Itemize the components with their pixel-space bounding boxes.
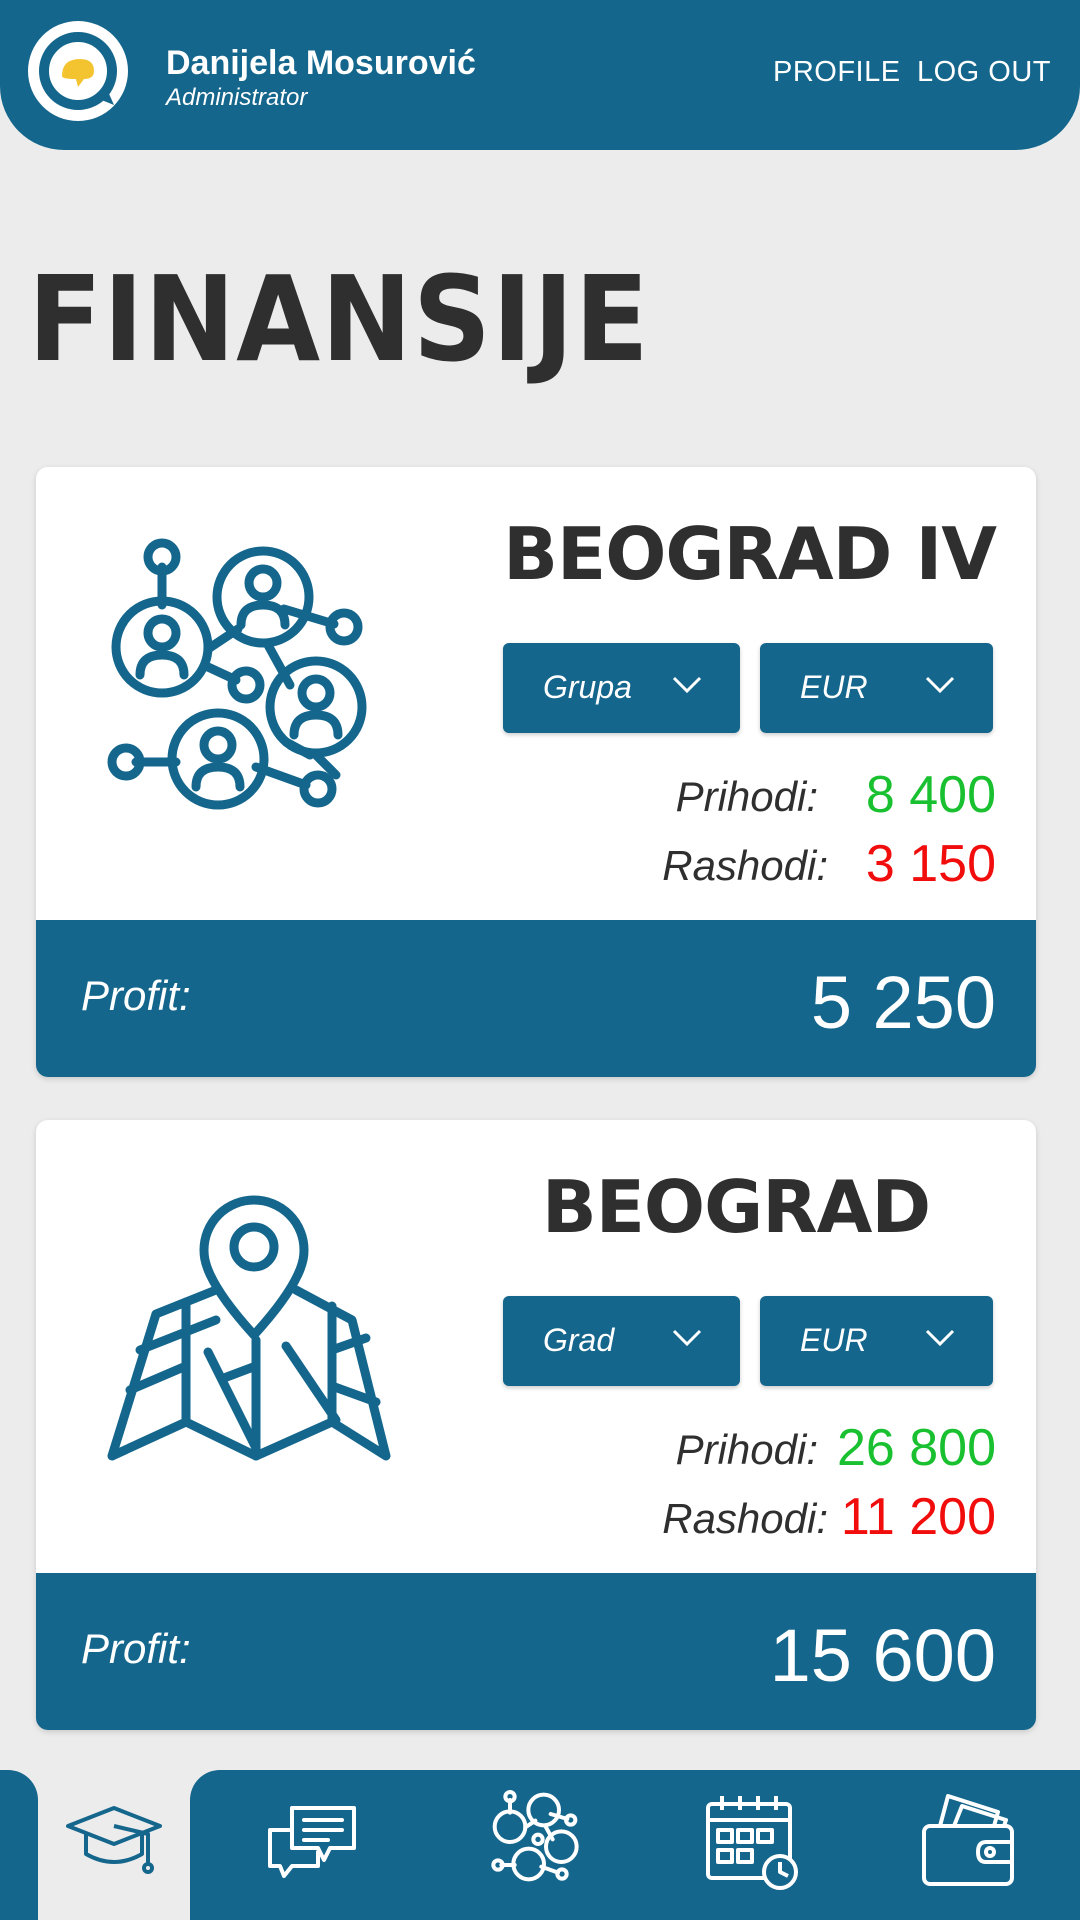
network-people-icon xyxy=(96,537,396,842)
finance-card: BEOGRAD Grad EUR Prihodi: 26 800 Rashodi… xyxy=(36,1120,1036,1730)
profit-label: Profit: xyxy=(81,1625,191,1672)
graduation-cap-icon[interactable] xyxy=(64,1790,164,1890)
expense-value: 3 150 xyxy=(865,835,996,893)
user-name: Danijela Mosurović xyxy=(166,44,476,82)
logout-link[interactable]: LOG OUT xyxy=(917,56,1051,89)
bottom-nav-edge xyxy=(0,1770,38,1920)
finance-card: BEOGRAD IV Grupa EUR Prihodi: 8 400 Rash… xyxy=(36,467,1036,1077)
type-dropdown-label: Grad xyxy=(543,1322,615,1358)
profile-link[interactable]: PROFILE xyxy=(773,56,901,89)
profit-label: Profit: xyxy=(81,972,191,1019)
expense-label: Rashodi: xyxy=(662,842,828,889)
currency-dropdown[interactable]: EUR xyxy=(760,1296,993,1386)
map-pin-icon xyxy=(96,1190,396,1495)
top-bar: Danijela Mosurović Administrator PROFILE… xyxy=(0,0,1080,150)
expense-label: Rashodi: xyxy=(662,1495,828,1542)
chevron-down-icon xyxy=(925,676,955,694)
chat-icon[interactable] xyxy=(262,1790,362,1890)
income-value: 8 400 xyxy=(865,766,996,824)
profit-bar: Profit: 5 250 xyxy=(36,920,1036,1077)
income-value: 26 800 xyxy=(836,1419,996,1477)
profit-value: 15 600 xyxy=(769,1614,996,1697)
wallet-icon[interactable] xyxy=(918,1790,1018,1890)
currency-dropdown-label: EUR xyxy=(800,1322,868,1358)
page-title: FINANSIJE xyxy=(28,250,650,388)
currency-dropdown-label: EUR xyxy=(800,669,868,705)
profit-bar: Profit: 15 600 xyxy=(36,1573,1036,1730)
card-title: BEOGRAD xyxy=(541,1165,931,1249)
app-logo[interactable] xyxy=(28,21,128,121)
chevron-down-icon xyxy=(925,1329,955,1347)
income-label: Prihodi: xyxy=(675,773,818,820)
network-icon[interactable] xyxy=(488,1790,588,1890)
income-label: Prihodi: xyxy=(675,1426,818,1473)
type-dropdown[interactable]: Grad xyxy=(503,1296,740,1386)
chat-bubble-logo-icon xyxy=(39,32,117,110)
currency-dropdown[interactable]: EUR xyxy=(760,643,993,733)
card-title: BEOGRAD IV xyxy=(503,512,997,596)
type-dropdown-label: Grupa xyxy=(543,669,632,705)
type-dropdown[interactable]: Grupa xyxy=(503,643,740,733)
user-role: Administrator xyxy=(166,84,308,111)
expense-value: 11 200 xyxy=(840,1488,996,1546)
calendar-icon[interactable] xyxy=(702,1790,802,1890)
chevron-down-icon xyxy=(672,676,702,694)
profit-value: 5 250 xyxy=(810,961,996,1044)
chevron-down-icon xyxy=(672,1329,702,1347)
